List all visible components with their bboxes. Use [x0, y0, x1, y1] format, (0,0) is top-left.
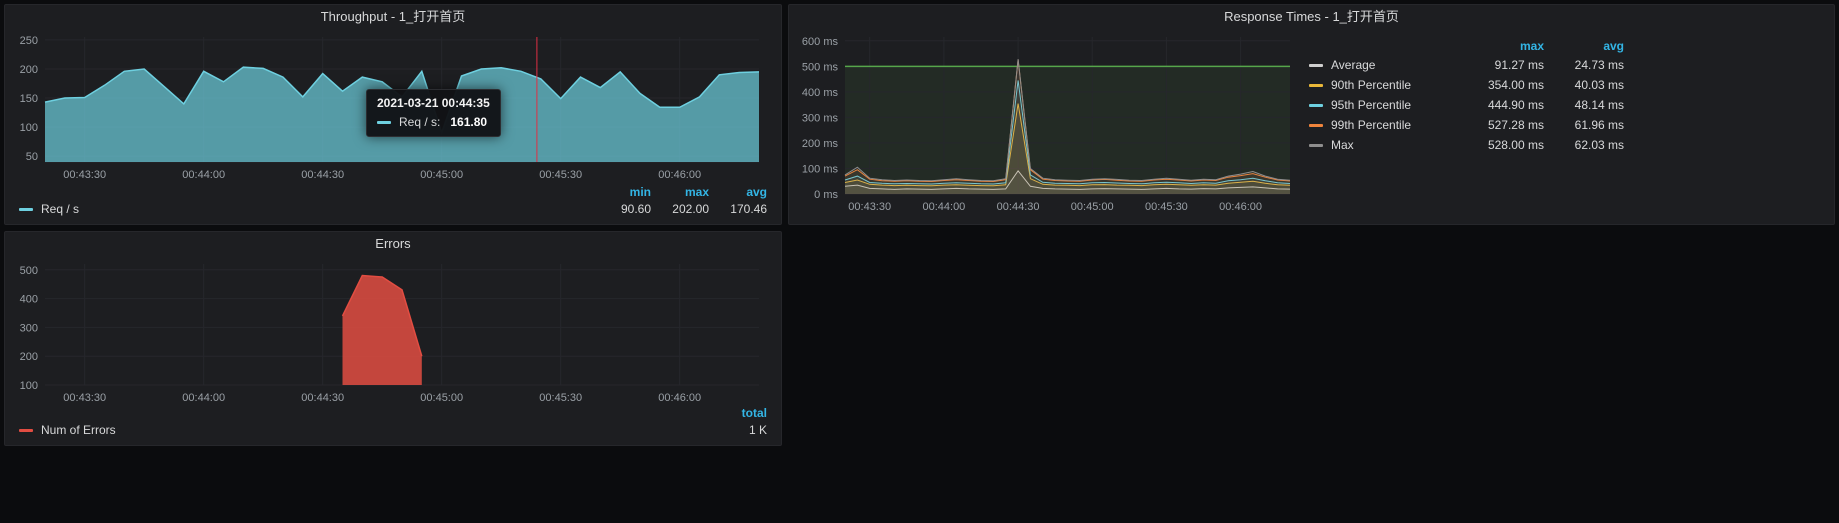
- series-color-dash: [1309, 104, 1323, 107]
- legend-row: 99th Percentile527.28 ms61.96 ms: [1309, 115, 1826, 135]
- svg-text:00:44:30: 00:44:30: [301, 392, 344, 404]
- legend-header-max[interactable]: max: [1459, 39, 1544, 53]
- legend-series-reqs[interactable]: Req / s: [19, 202, 79, 216]
- legend-stats: total 1 K: [709, 406, 767, 437]
- legend-max-value: 354.00 ms: [1459, 78, 1544, 92]
- legend-row: 90th Percentile354.00 ms40.03 ms: [1309, 75, 1826, 95]
- graph-tooltip: 2021-03-21 00:44:35 Req / s: 161.80: [366, 89, 501, 137]
- svg-text:00:44:00: 00:44:00: [182, 169, 225, 181]
- errors-graph[interactable]: 100 200 300 400 500 00:43:30 00:44:00 00:44:30 0…: [11, 256, 775, 407]
- svg-text:300: 300: [20, 322, 38, 334]
- legend-stat-value: 90.60: [593, 202, 651, 216]
- legend-series-label[interactable]: 95th Percentile: [1309, 98, 1459, 112]
- series-color-dash: [377, 121, 391, 124]
- legend-max-value: 91.27 ms: [1459, 58, 1544, 72]
- legend-header-row: max avg: [1309, 37, 1826, 55]
- svg-text:00:43:30: 00:43:30: [63, 392, 106, 404]
- legend-header-avg[interactable]: avg: [1544, 39, 1624, 53]
- svg-text:00:44:30: 00:44:30: [997, 201, 1040, 213]
- errors-chart-svg: 100 200 300 400 500 00:43:30 00:44:00 00:44:30 0…: [11, 256, 775, 407]
- series-color-dash: [1309, 144, 1323, 147]
- legend-stat-value: 170.46: [709, 202, 767, 216]
- svg-text:00:45:00: 00:45:00: [420, 169, 463, 181]
- errors-legend: Num of Errors total 1 K: [19, 406, 767, 437]
- legend-avg-value: 48.14 ms: [1544, 98, 1624, 112]
- svg-text:400 ms: 400 ms: [802, 87, 839, 99]
- panel-response-times: Response Times - 1_打开首页 0 ms 100 ms 200 ms…: [788, 4, 1835, 225]
- svg-text:00:46:00: 00:46:00: [1219, 201, 1262, 213]
- tooltip-time: 2021-03-21 00:44:35: [377, 96, 490, 110]
- svg-text:500: 500: [20, 265, 38, 277]
- svg-text:00:45:00: 00:45:00: [1071, 201, 1114, 213]
- svg-text:00:44:30: 00:44:30: [301, 169, 344, 181]
- legend-series-label[interactable]: 99th Percentile: [1309, 118, 1459, 132]
- response-times-chart-svg: 0 ms 100 ms 200 ms 300 ms 400 ms 500 ms 600 ms…: [795, 29, 1300, 218]
- series-color-dash: [1309, 84, 1323, 87]
- svg-text:00:45:30: 00:45:30: [1145, 201, 1188, 213]
- legend-max-value: 527.28 ms: [1459, 118, 1544, 132]
- legend-avg-value: 40.03 ms: [1544, 78, 1624, 92]
- svg-text:600 ms: 600 ms: [802, 36, 839, 48]
- svg-text:00:43:30: 00:43:30: [848, 201, 891, 213]
- panel-title-errors[interactable]: Errors: [5, 232, 781, 256]
- svg-text:00:45:30: 00:45:30: [539, 392, 582, 404]
- tooltip-series-label: Req / s:: [399, 115, 440, 129]
- legend-max-value: 528.00 ms: [1459, 138, 1544, 152]
- svg-text:100 ms: 100 ms: [802, 164, 839, 176]
- legend-stats: minmaxavg 90.60202.00170.46: [593, 185, 767, 216]
- panel-title-throughput[interactable]: Throughput - 1_打开首页: [5, 5, 781, 29]
- svg-text:00:46:00: 00:46:00: [658, 169, 701, 181]
- svg-text:00:45:30: 00:45:30: [539, 169, 582, 181]
- legend-max-value: 444.90 ms: [1459, 98, 1544, 112]
- legend-stat-header[interactable]: min: [593, 185, 651, 199]
- legend-series-label[interactable]: Max: [1309, 138, 1459, 152]
- svg-text:200 ms: 200 ms: [802, 138, 839, 150]
- svg-text:100: 100: [20, 122, 38, 134]
- legend-series-label[interactable]: Average: [1309, 58, 1459, 72]
- legend-row: Max528.00 ms62.03 ms: [1309, 135, 1826, 155]
- legend-stat-header[interactable]: max: [651, 185, 709, 199]
- svg-text:0 ms: 0 ms: [814, 189, 838, 201]
- svg-text:200: 200: [20, 351, 38, 363]
- response-times-graph[interactable]: 0 ms 100 ms 200 ms 300 ms 400 ms 500 ms 600 ms…: [795, 29, 1300, 218]
- series-color-dash: [1309, 64, 1323, 67]
- panel-throughput: Throughput - 1_打开首页 50 100 150 200 250 00:43:…: [4, 4, 782, 225]
- svg-text:250: 250: [20, 35, 38, 47]
- series-color-dash: [19, 208, 33, 211]
- legend-row: Average91.27 ms24.73 ms: [1309, 55, 1826, 75]
- legend-avg-value: 24.73 ms: [1544, 58, 1624, 72]
- tooltip-value: 161.80: [450, 115, 487, 129]
- legend-avg-value: 62.03 ms: [1544, 138, 1624, 152]
- legend-stat-value: 202.00: [651, 202, 709, 216]
- legend-series-errors[interactable]: Num of Errors: [19, 423, 116, 437]
- svg-text:00:44:00: 00:44:00: [922, 201, 965, 213]
- svg-text:500 ms: 500 ms: [802, 61, 839, 73]
- panel-errors: Errors 100 200 300 400 500 00:43:30 00:44:00 00…: [4, 231, 782, 446]
- svg-text:00:43:30: 00:43:30: [63, 169, 106, 181]
- legend-stat-value: 1 K: [709, 423, 767, 437]
- svg-text:400: 400: [20, 294, 38, 306]
- svg-text:200: 200: [20, 64, 38, 76]
- legend-row: 95th Percentile444.90 ms48.14 ms: [1309, 95, 1826, 115]
- svg-text:300 ms: 300 ms: [802, 112, 839, 124]
- legend-series-label: Num of Errors: [41, 423, 116, 437]
- svg-text:50: 50: [26, 151, 38, 163]
- throughput-legend: Req / s minmaxavg 90.60202.00170.46: [19, 185, 767, 216]
- legend-series-label: Req / s: [41, 202, 79, 216]
- legend-stat-header[interactable]: total: [709, 406, 767, 420]
- svg-text:100: 100: [20, 380, 38, 392]
- tooltip-series-row: Req / s: 161.80: [377, 115, 490, 129]
- svg-text:00:44:00: 00:44:00: [182, 392, 225, 404]
- legend-avg-value: 61.96 ms: [1544, 118, 1624, 132]
- svg-text:150: 150: [20, 93, 38, 105]
- throughput-graph[interactable]: 50 100 150 200 250 00:43:30 00:44:00 00:44:30 00…: [11, 29, 775, 184]
- series-color-dash: [19, 429, 33, 432]
- response-times-legend: max avg Average91.27 ms24.73 ms90th Perc…: [1309, 37, 1826, 155]
- legend-series-label[interactable]: 90th Percentile: [1309, 78, 1459, 92]
- panel-title-response-times[interactable]: Response Times - 1_打开首页: [789, 5, 1834, 29]
- svg-text:00:45:00: 00:45:00: [420, 392, 463, 404]
- svg-text:00:46:00: 00:46:00: [658, 392, 701, 404]
- legend-stat-header[interactable]: avg: [709, 185, 767, 199]
- series-color-dash: [1309, 124, 1323, 127]
